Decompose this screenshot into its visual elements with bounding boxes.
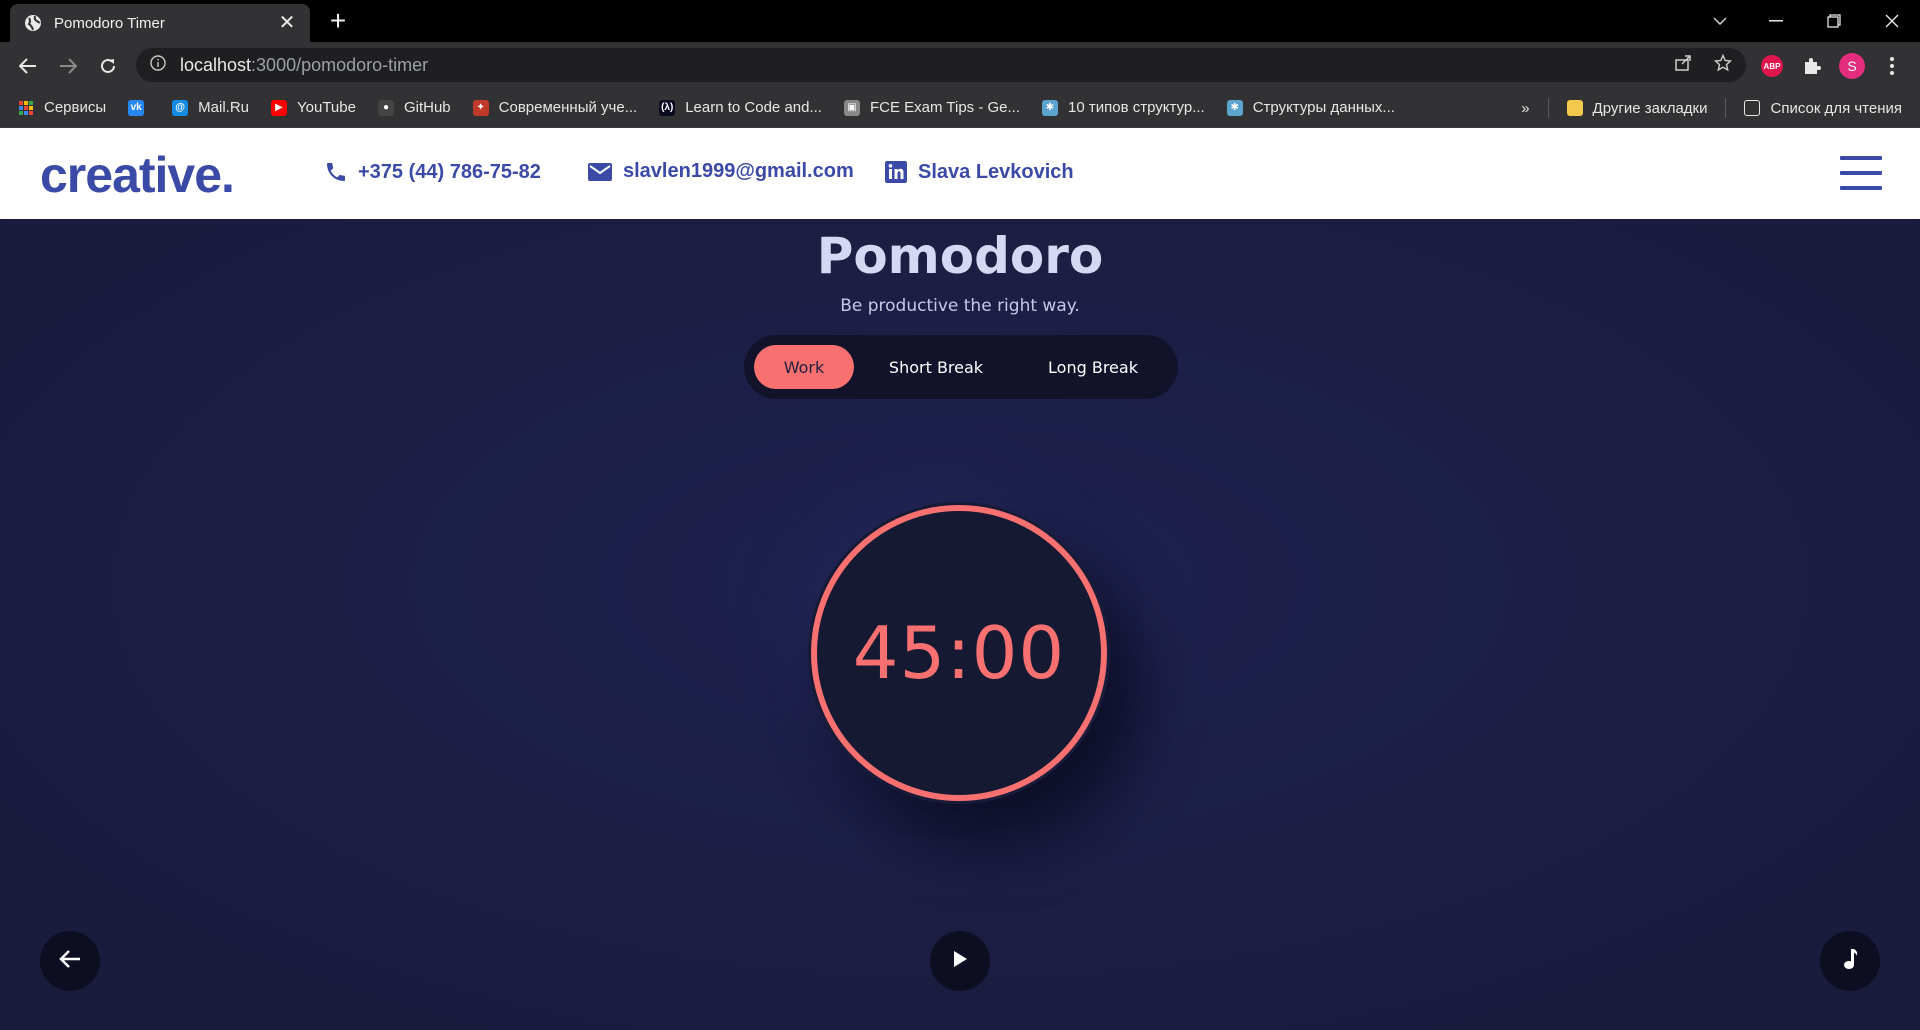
music-note-icon bbox=[1841, 948, 1859, 975]
linkedin-icon bbox=[884, 160, 908, 184]
bookmark-label: Mail.Ru bbox=[198, 99, 250, 116]
bookmark-item[interactable]: ✦ Современный уче... bbox=[472, 99, 638, 116]
browser-menu-icon[interactable] bbox=[1878, 52, 1906, 80]
apps-grid-icon bbox=[18, 100, 34, 116]
vk-icon: vk bbox=[128, 99, 145, 116]
pomodoro-app: Pomodoro Be productive the right way. Wo… bbox=[0, 219, 1920, 1030]
browser-tab-strip: Pomodoro Timer ✕ + bbox=[0, 0, 1920, 42]
site-info-icon[interactable] bbox=[150, 54, 166, 76]
music-button[interactable] bbox=[1820, 931, 1880, 991]
adblock-extension-icon[interactable]: ABP bbox=[1758, 52, 1786, 80]
browser-toolbar: localhost:3000/pomodoro-timer ABP S bbox=[0, 42, 1920, 88]
bookmark-label: FCE Exam Tips - Ge... bbox=[869, 99, 1020, 116]
phone-icon bbox=[324, 160, 348, 184]
address-bar[interactable]: localhost:3000/pomodoro-timer bbox=[136, 48, 1746, 82]
bookmark-item[interactable]: Сервисы bbox=[18, 99, 106, 116]
minimize-button[interactable] bbox=[1748, 0, 1804, 42]
back-button[interactable] bbox=[40, 931, 100, 991]
bookmark-item[interactable]: ✱ Структуры данных... bbox=[1226, 99, 1395, 116]
bookmark-separator bbox=[1725, 98, 1727, 118]
profile-avatar[interactable]: S bbox=[1838, 52, 1866, 80]
mode-work-button[interactable]: Work bbox=[754, 345, 854, 389]
share-icon[interactable] bbox=[1674, 54, 1692, 77]
habr-icon: ✱ bbox=[1042, 99, 1058, 116]
timer-progress-ring: 45:00 bbox=[811, 505, 1107, 801]
mailru-icon: @ bbox=[172, 99, 189, 116]
arrow-left-icon bbox=[59, 949, 81, 974]
fce-icon: ▣ bbox=[843, 99, 860, 116]
play-icon bbox=[952, 950, 968, 973]
site-header: creative. +375 (44) 786-75-82 slavlen199… bbox=[0, 128, 1920, 219]
bookmark-label: YouTube bbox=[297, 99, 356, 116]
browser-tab[interactable]: Pomodoro Timer ✕ bbox=[10, 4, 310, 42]
page-subtitle: Be productive the right way. bbox=[840, 296, 1080, 316]
bookmark-label: Современный уче... bbox=[498, 99, 638, 116]
bookmark-item[interactable]: ● GitHub bbox=[377, 99, 451, 116]
mode-selector: Work Short Break Long Break bbox=[744, 335, 1178, 399]
bookmark-item[interactable]: ▶ YouTube bbox=[271, 99, 356, 116]
bookmark-star-icon[interactable] bbox=[1713, 53, 1733, 77]
bookmarks-right-group: » Другие закладки Список для чтения bbox=[1521, 88, 1902, 128]
linkedin-name: Slava Levkovich bbox=[918, 160, 1074, 183]
reload-icon[interactable] bbox=[92, 50, 124, 82]
bookmark-item[interactable]: vk bbox=[128, 99, 154, 116]
mail-icon bbox=[587, 162, 613, 182]
bookmark-item[interactable]: ✱ 10 типов структур... bbox=[1042, 99, 1205, 116]
forward-arrow-icon[interactable] bbox=[52, 50, 84, 82]
close-window-button[interactable] bbox=[1864, 0, 1920, 42]
more-bookmarks-chevron-icon[interactable]: » bbox=[1521, 100, 1529, 117]
bookmark-label: 10 типов структур... bbox=[1068, 99, 1205, 116]
page-title: Pomodoro bbox=[816, 227, 1104, 285]
reading-list[interactable]: Список для чтения bbox=[1744, 100, 1902, 117]
abp-badge: ABP bbox=[1761, 55, 1783, 77]
url-text: localhost:3000/pomodoro-timer bbox=[180, 55, 428, 76]
new-tab-button[interactable]: + bbox=[324, 7, 352, 36]
url-path: :3000/pomodoro-timer bbox=[251, 54, 429, 75]
bookmark-item[interactable]: @ Mail.Ru bbox=[172, 99, 249, 116]
mode-long-break-button[interactable]: Long Break bbox=[1018, 345, 1168, 389]
email-contact[interactable]: slavlen1999@gmail.com bbox=[587, 160, 854, 183]
phone-contact[interactable]: +375 (44) 786-75-82 bbox=[324, 160, 541, 184]
mode-short-break-button[interactable]: Short Break bbox=[854, 345, 1018, 389]
bookmark-label: Learn to Code and... bbox=[685, 99, 822, 116]
globe-icon bbox=[24, 14, 42, 32]
github-icon: ● bbox=[377, 99, 394, 116]
bookmark-label: GitHub bbox=[403, 99, 451, 116]
bookmarks-bar: Сервисы vk @ Mail.Ru ▶ YouTube ● GitHub ✦ Совреме… bbox=[0, 88, 1920, 128]
tab-title: Pomodoro Timer bbox=[54, 14, 165, 32]
close-tab-icon[interactable]: ✕ bbox=[276, 12, 298, 34]
folder-icon bbox=[1566, 100, 1583, 116]
site-logo[interactable]: creative. bbox=[40, 146, 235, 204]
bookmark-item[interactable]: (λ) Learn to Code and... bbox=[659, 99, 822, 116]
reading-list-label: Список для чтения bbox=[1770, 99, 1902, 117]
timer-dial[interactable]: 45:00 bbox=[808, 502, 1110, 804]
habr-icon-2: ✱ bbox=[1226, 99, 1243, 116]
profile-initial: S bbox=[1839, 53, 1865, 79]
menu-hamburger-icon[interactable] bbox=[1840, 156, 1882, 190]
reading-list-icon bbox=[1744, 100, 1761, 116]
url-host: localhost bbox=[180, 54, 252, 75]
back-arrow-icon[interactable] bbox=[12, 50, 44, 82]
other-bookmarks-label: Другие закладки bbox=[1592, 99, 1708, 117]
freecodecamp-icon: (λ) bbox=[659, 99, 676, 116]
bookmark-label: Структуры данных... bbox=[1252, 99, 1395, 116]
email-address: slavlen1999@gmail.com bbox=[623, 160, 854, 182]
bookmark-label: Сервисы bbox=[44, 99, 107, 116]
bookmark-item[interactable]: ▣ FCE Exam Tips - Ge... bbox=[843, 99, 1020, 116]
linkedin-contact[interactable]: Slava Levkovich bbox=[884, 160, 1074, 184]
restore-button[interactable] bbox=[1806, 0, 1862, 42]
bookmark-separator bbox=[1547, 98, 1549, 118]
timer-display: 45:00 bbox=[852, 611, 1066, 695]
play-button[interactable] bbox=[930, 931, 990, 991]
phone-number: +375 (44) 786-75-82 bbox=[358, 160, 541, 183]
extensions-puzzle-icon[interactable] bbox=[1798, 52, 1826, 80]
youtube-icon: ▶ bbox=[271, 99, 288, 116]
js-tutorial-icon: ✦ bbox=[472, 99, 489, 116]
other-bookmarks-folder[interactable]: Другие закладки bbox=[1566, 99, 1708, 117]
tab-search-icon[interactable] bbox=[1692, 0, 1748, 42]
